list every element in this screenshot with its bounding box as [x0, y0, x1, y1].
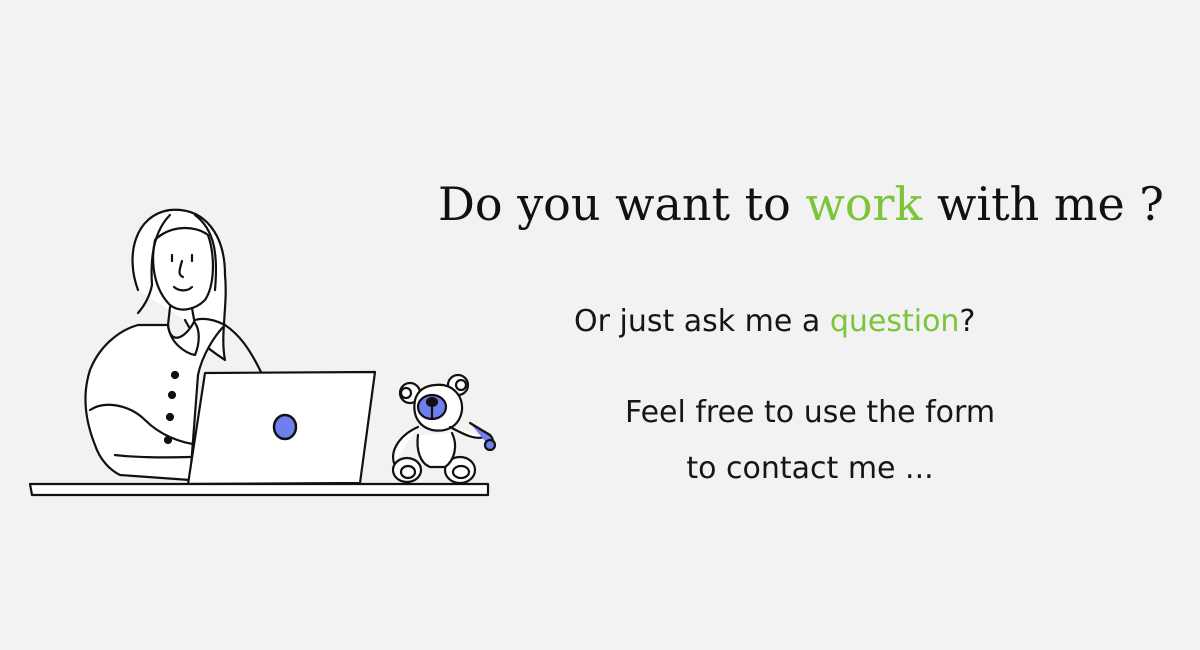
- subheading-accent-word: question: [829, 304, 960, 339]
- woman-at-laptop-illustration: [28, 208, 497, 497]
- invitation-line-2: to contact me ...: [686, 451, 934, 486]
- headline-start: Do you want to: [438, 177, 806, 231]
- headline-accent-word: work: [805, 177, 923, 231]
- subheading-start: Or just ask me a: [574, 304, 830, 339]
- contact-invitation: Feel free to use the form to contact me …: [570, 385, 1050, 497]
- headline-end: with me ?: [922, 177, 1164, 231]
- invitation-line-1: Feel free to use the form: [624, 395, 996, 430]
- headline: Do you want to work with me ?: [438, 172, 1164, 236]
- subheading: Or just ask me a question?: [574, 300, 975, 344]
- teddy-bear-icon: [391, 373, 497, 485]
- desk: [28, 482, 490, 497]
- subheading-end: ?: [959, 304, 976, 339]
- laptop-logo: [272, 413, 298, 441]
